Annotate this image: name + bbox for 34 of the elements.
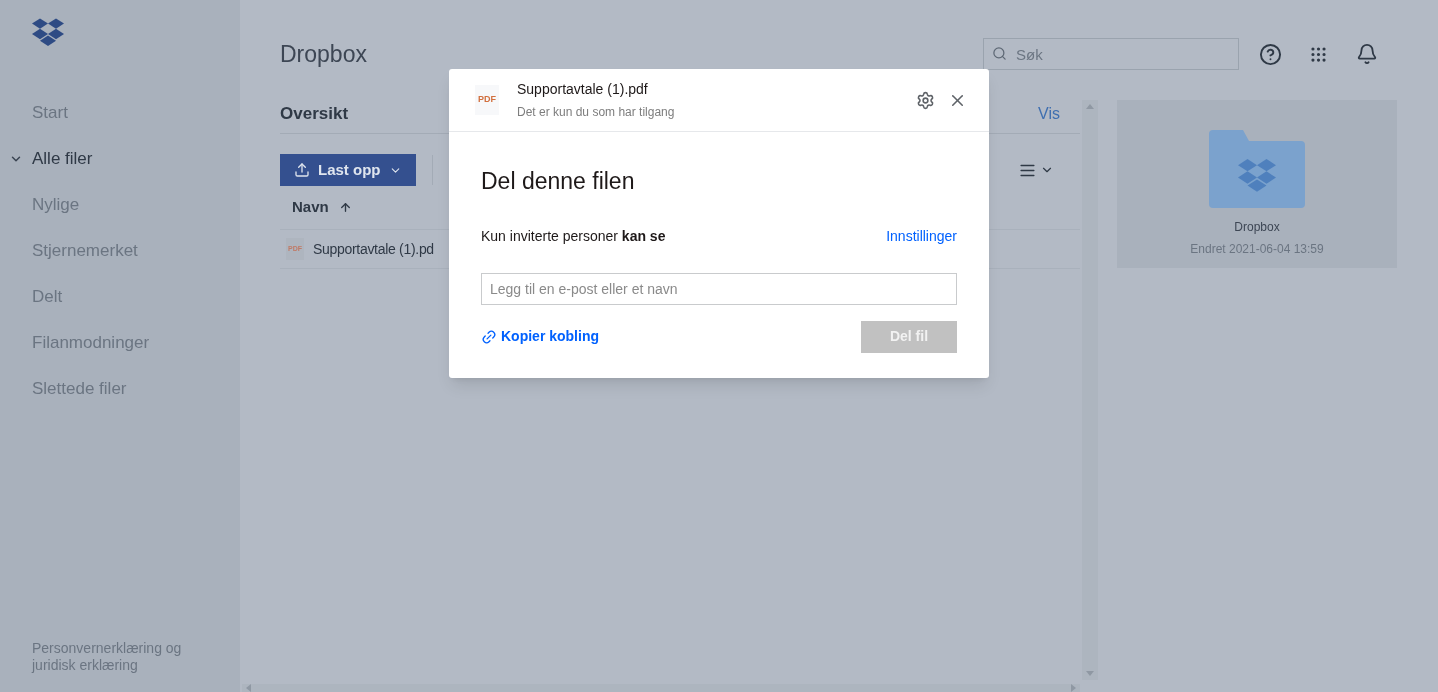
sidebar-item[interactable]: Nylige [32,192,80,218]
settings-icon[interactable] [916,90,935,110]
copy-link[interactable]: Kopier kobling [481,326,599,347]
search-field[interactable]: Søk [983,38,1239,70]
dialog-file-name: Supportavtale (1).pdf [517,80,649,99]
dialog-title: Del denne filen [481,167,636,196]
folder-name: Dropbox [1234,219,1280,236]
help-icon[interactable] [1259,42,1282,66]
bell-icon[interactable] [1356,43,1378,65]
show-link[interactable]: Vis [1038,101,1060,126]
upload-button[interactable]: Last opp [280,154,416,186]
modified-date: Endret 2021-06-04 13:59 [1190,241,1324,258]
privacy-link[interactable]: Personvernerklæring og juridisk erklæring [32,640,212,674]
sidebar-item[interactable]: Start [32,100,68,126]
sidebar-item[interactable]: Delt [32,284,63,310]
logo-icon [32,18,64,46]
sidebar-item[interactable]: Slettede filer [32,376,127,402]
pdf-file-icon: PDF [475,85,499,115]
column-header[interactable]: Navn [292,196,329,219]
access-note: Det er kun du som har tilgang [517,104,676,121]
upload-icon [294,162,310,178]
folder-icon [1209,130,1305,208]
search-icon [992,46,1007,61]
sidebar-item[interactable]: Filanmodninger [32,330,150,356]
page-title: Dropbox [280,39,368,69]
apps-grid-icon[interactable] [1309,44,1328,64]
sidebar-item[interactable]: Alle filer [32,146,93,172]
email-input-field[interactable]: Legg til en e-post eller et navn [481,272,957,305]
settings-link[interactable]: Innstillinger [886,225,957,247]
folder-card[interactable]: Dropbox Endret 2021-06-04 13:59 [1117,100,1397,268]
overview-heading: Oversikt [280,102,349,125]
file-name[interactable]: Supportavtale (1).pd [313,238,434,260]
sidebar-item[interactable]: Stjernemerket [32,238,138,264]
permission-text: Kun inviterte personer kan se [481,226,666,246]
